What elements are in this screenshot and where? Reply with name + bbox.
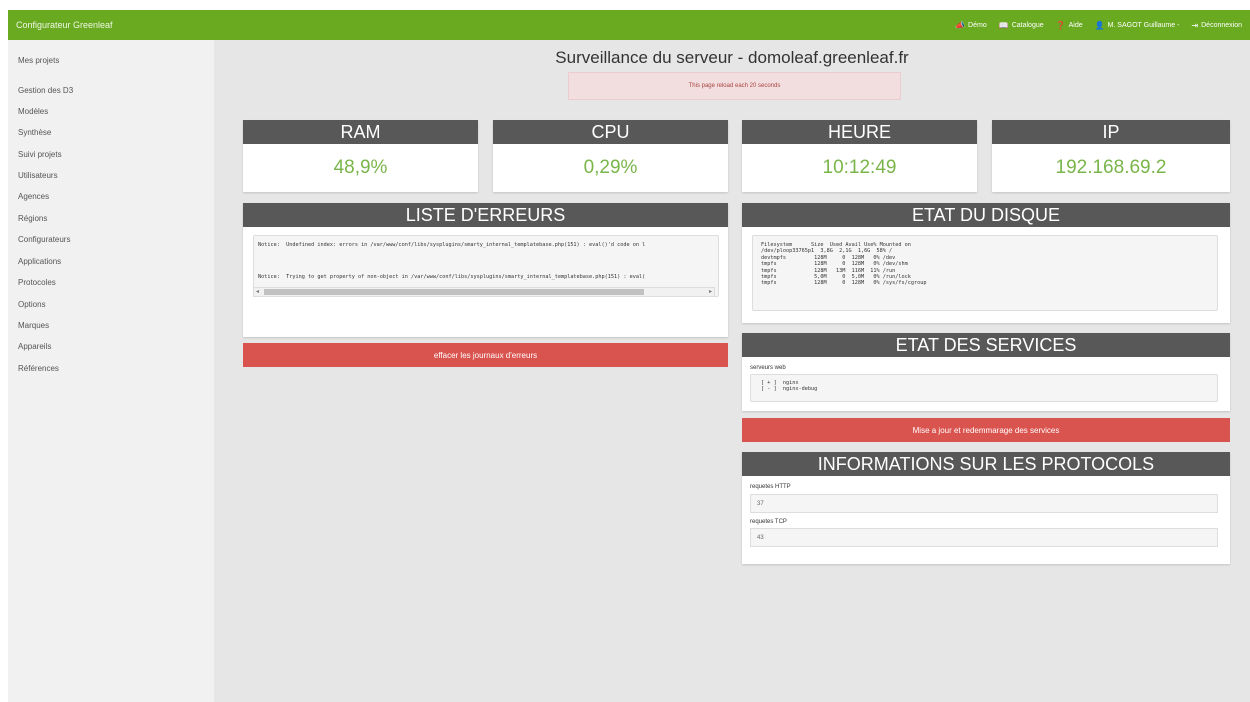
nav-catalogue[interactable]: 📖 Catalogue <box>999 21 1044 30</box>
disk-panel: ETAT DU DISQUE Filesystem Size Used Avai… <box>742 203 1230 323</box>
app-brand[interactable]: Configurateur Greenleaf <box>16 20 113 30</box>
nav-demo[interactable]: 📣 Démo <box>955 21 987 30</box>
heure-panel: HEURE 10:12:49 <box>742 120 977 192</box>
nav-logout-label: Déconnexion <box>1201 21 1242 29</box>
scroll-left-icon[interactable]: ◂ <box>256 288 259 295</box>
sidebar-item-references[interactable]: Références <box>18 364 59 373</box>
user-icon: 👤 <box>1094 20 1105 30</box>
ram-title: RAM <box>243 120 478 144</box>
top-nav-links: 📣 Démo 📖 Catalogue ❓ Aide 👤 M. SAGOT Gui… <box>955 21 1242 30</box>
sidebar-item-marques[interactable]: Marques <box>18 321 49 330</box>
scroll-right-icon[interactable]: ▸ <box>709 288 712 295</box>
errors-panel: LISTE D'ERREURS Notice: Undefined index:… <box>243 203 728 337</box>
cpu-title: CPU <box>493 120 728 144</box>
protocols-title: INFORMATIONS SUR LES PROTOCOLS <box>742 452 1230 476</box>
cpu-value: 0,29% <box>583 157 638 178</box>
sidebar-item-mes-projets[interactable]: Mes projets <box>18 56 59 65</box>
sidebar-item-appareils[interactable]: Appareils <box>18 342 51 351</box>
protocols-panel: INFORMATIONS SUR LES PROTOCOLS requetes … <box>742 452 1230 564</box>
megaphone-icon: 📣 <box>955 20 966 30</box>
clear-error-logs-button[interactable]: effacer les journaux d'erreurs <box>243 343 728 367</box>
book-icon: 📖 <box>998 20 1009 30</box>
page-title: Surveillance du serveur - domoleaf.green… <box>555 48 909 67</box>
services-title: ETAT DES SERVICES <box>742 333 1230 357</box>
sidebar-item-protocoles[interactable]: Protocoles <box>18 278 56 287</box>
nav-catalogue-label: Catalogue <box>1011 21 1044 29</box>
http-requests-value: 37 <box>750 494 1218 513</box>
disk-output: Filesystem Size Used Avail Use% Mounted … <box>752 235 1218 311</box>
sidebar-item-modeles[interactable]: Modèles <box>18 107 48 116</box>
ip-title: IP <box>992 120 1230 144</box>
sidebar-item-regions[interactable]: Régions <box>18 214 47 223</box>
services-panel: ETAT DES SERVICES serveurs web [ + ] ngi… <box>742 333 1230 411</box>
tcp-requests-value: 43 <box>750 528 1218 547</box>
ram-value: 48,9% <box>333 157 388 178</box>
nav-aide[interactable]: ❓ Aide <box>1056 21 1083 30</box>
http-requests-label: requetes HTTP <box>750 484 791 490</box>
nav-demo-label: Démo <box>968 21 987 29</box>
errors-title: LISTE D'ERREURS <box>243 203 728 227</box>
services-output: [ + ] nginx [ - ] nginx-debug <box>750 374 1218 402</box>
sidebar-item-configurateurs[interactable]: Configurateurs <box>18 235 70 244</box>
heure-title: HEURE <box>742 120 977 144</box>
nav-user-label: M. SAGOT Guillaume - <box>1107 21 1180 29</box>
help-icon: ❓ <box>1055 20 1066 30</box>
services-group-label: serveurs web <box>750 365 786 371</box>
restart-services-button[interactable]: Mise a jour et redemmarage des services <box>742 418 1230 442</box>
logout-icon: ⇥ <box>1191 20 1199 30</box>
main-content: Surveillance du serveur - domoleaf.green… <box>214 40 1250 702</box>
sidebar-item-agences[interactable]: Agences <box>18 192 49 201</box>
ram-panel: RAM 48,9% <box>243 120 478 192</box>
sidebar-item-utilisateurs[interactable]: Utilisateurs <box>18 171 58 180</box>
ip-panel: IP 192.168.69.2 <box>992 120 1230 192</box>
sidebar: Mes projets Gestion des D3 Modèles Synth… <box>8 40 214 702</box>
scrollbar-thumb[interactable] <box>264 289 644 295</box>
tcp-requests-label: requetes TCP <box>750 519 787 525</box>
nav-logout[interactable]: ⇥ Déconnexion <box>1191 21 1242 30</box>
sidebar-item-applications[interactable]: Applications <box>18 257 61 266</box>
top-navbar: Configurateur Greenleaf 📣 Démo 📖 Catalog… <box>8 10 1250 40</box>
nav-aide-label: Aide <box>1068 21 1083 29</box>
disk-title: ETAT DU DISQUE <box>742 203 1230 227</box>
ip-value: 192.168.69.2 <box>1055 157 1167 178</box>
reload-alert: This page reload each 20 seconds <box>568 72 901 100</box>
nav-user-menu[interactable]: 👤 M. SAGOT Guillaume - <box>1095 21 1180 30</box>
errors-horizontal-scrollbar[interactable]: ◂ ▸ <box>253 287 715 297</box>
cpu-panel: CPU 0,29% <box>493 120 728 192</box>
sidebar-item-suivi-projets[interactable]: Suivi projets <box>18 150 62 159</box>
sidebar-item-synthese[interactable]: Synthèse <box>18 128 51 137</box>
sidebar-item-options[interactable]: Options <box>18 300 46 309</box>
heure-value: 10:12:49 <box>822 157 897 178</box>
sidebar-item-gestion-d3[interactable]: Gestion des D3 <box>18 86 73 95</box>
